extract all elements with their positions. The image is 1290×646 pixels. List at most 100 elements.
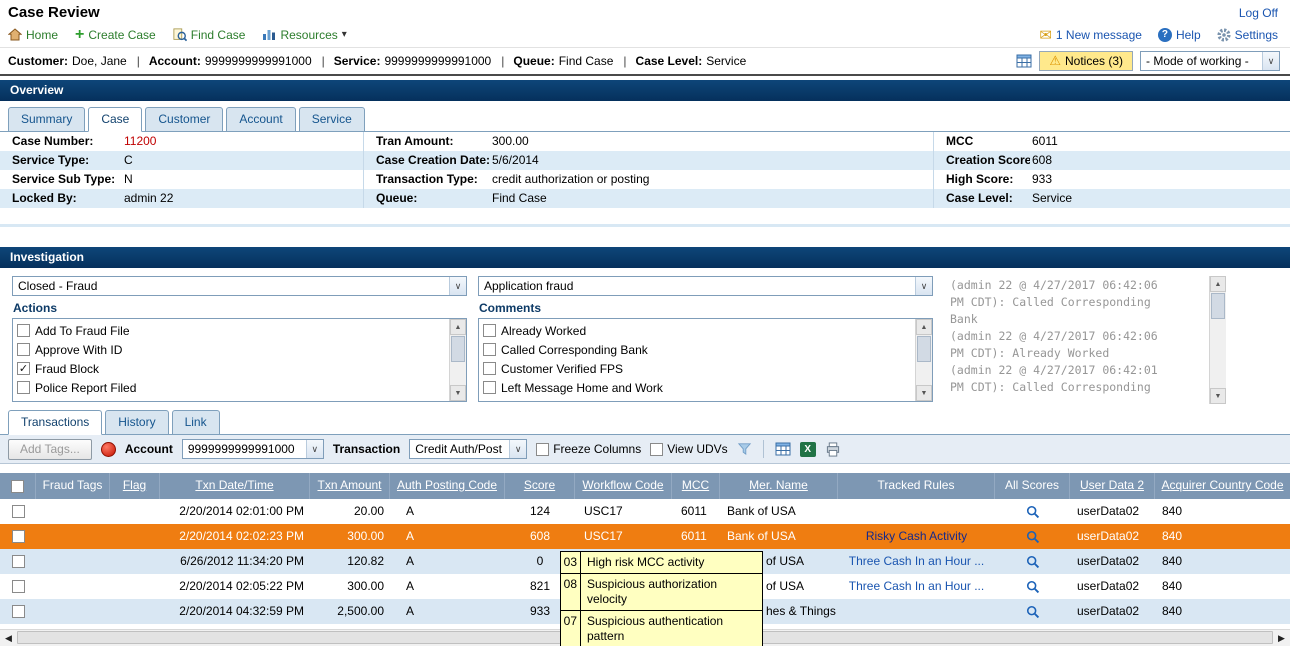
filter-icon[interactable]: [737, 442, 752, 456]
comment-item[interactable]: Left Message Home and Work: [483, 378, 912, 397]
scroll-thumb[interactable]: [451, 336, 465, 362]
row-checkbox[interactable]: [12, 505, 25, 518]
cell-acquirer-country-code: 840: [1155, 574, 1290, 599]
nav-resources[interactable]: Resources: [262, 28, 346, 42]
grid-view-icon[interactable]: [775, 442, 791, 456]
chevron-down-icon: [1262, 52, 1279, 70]
action-checkbox[interactable]: [17, 343, 30, 356]
all-scores-magnifier-icon[interactable]: [1026, 530, 1040, 544]
view-udvs-checkbox[interactable]: [650, 443, 663, 456]
tracked-rule-link[interactable]: Three Cash In an Hour ...: [849, 579, 984, 593]
overview-tab[interactable]: Customer: [145, 107, 223, 132]
nav-new-message[interactable]: 1 New message: [1039, 26, 1142, 44]
row-checkbox[interactable]: [12, 555, 25, 568]
comment-checkbox[interactable]: [483, 343, 496, 356]
actions-scrollbar[interactable]: [449, 319, 466, 401]
column-header[interactable]: Txn Amount: [310, 473, 390, 499]
overview-tab[interactable]: Service: [299, 107, 365, 132]
scroll-thumb[interactable]: [1211, 293, 1225, 319]
print-icon[interactable]: [825, 442, 841, 457]
freeze-columns-option[interactable]: Freeze Columns: [536, 442, 641, 456]
scroll-up-arrow[interactable]: [450, 319, 466, 335]
comment-checkbox[interactable]: [483, 381, 496, 394]
detail-label: Service Sub Type:: [0, 170, 122, 189]
nav-home[interactable]: Home: [8, 28, 58, 42]
row-checkbox[interactable]: [12, 605, 25, 618]
column-header[interactable]: Auth Posting Code: [390, 473, 505, 499]
comments-scrollbar[interactable]: [915, 319, 932, 401]
comment-label: Customer Verified FPS: [501, 362, 623, 376]
column-header[interactable]: MCC: [672, 473, 720, 499]
scroll-right-arrow[interactable]: [1273, 630, 1290, 646]
add-tags-button[interactable]: Add Tags...: [8, 439, 92, 460]
nav-find-case[interactable]: Find Case: [173, 28, 246, 42]
column-header[interactable]: User Data 2: [1070, 473, 1155, 499]
mode-of-working-select[interactable]: - Mode of working -: [1140, 51, 1280, 71]
all-scores-magnifier-icon[interactable]: [1026, 580, 1040, 594]
scroll-down-arrow[interactable]: [450, 385, 466, 401]
column-header[interactable]: Score: [505, 473, 575, 499]
case-status-select[interactable]: Closed - Fraud: [12, 276, 467, 296]
column-header[interactable]: Mer. Name: [720, 473, 838, 499]
comment-checkbox[interactable]: [483, 362, 496, 375]
scroll-up-arrow[interactable]: [916, 319, 932, 335]
comment-item[interactable]: Already Worked: [483, 321, 912, 340]
all-scores-magnifier-icon[interactable]: [1026, 605, 1040, 619]
nav-settings[interactable]: Settings: [1217, 28, 1278, 42]
row-checkbox[interactable]: [12, 580, 25, 593]
comment-checkbox[interactable]: [483, 324, 496, 337]
column-header[interactable]: All Scores: [995, 473, 1070, 499]
tracked-rule-link[interactable]: Risky Cash Activity: [866, 529, 967, 543]
account-select[interactable]: 9999999999991000: [182, 439, 324, 459]
transactions-tab[interactable]: Link: [172, 410, 220, 435]
overview-tab[interactable]: Case: [88, 107, 142, 132]
scroll-left-arrow[interactable]: [0, 630, 17, 646]
column-header[interactable]: Flag: [110, 473, 160, 499]
transactions-tab-label: History: [118, 415, 155, 429]
transaction-row[interactable]: 2/20/2014 02:02:23 PM 300.00 A 608 USC17…: [0, 524, 1290, 549]
excel-export-icon[interactable]: [800, 442, 816, 457]
row-checkbox[interactable]: [12, 530, 25, 543]
column-header[interactable]: Tracked Rules: [838, 473, 995, 499]
action-checkbox[interactable]: [17, 324, 30, 337]
table-header-row: Fraud Tags Flag Txn Date/Time Txn Amount…: [0, 473, 1290, 499]
log-scrollbar[interactable]: [1209, 276, 1226, 404]
tracked-rules-tooltip: 03 High risk MCC activity 08 Suspicious …: [560, 551, 763, 646]
scroll-down-arrow[interactable]: [916, 385, 932, 401]
scroll-up-arrow[interactable]: [1210, 276, 1226, 292]
overview-tab[interactable]: Summary: [8, 107, 85, 132]
comment-item[interactable]: Customer Verified FPS: [483, 359, 912, 378]
column-header[interactable]: Workflow Code: [575, 473, 672, 499]
table-view-icon[interactable]: [1016, 54, 1032, 68]
notices-button[interactable]: Notices (3): [1039, 51, 1133, 71]
scroll-down-arrow[interactable]: [1210, 388, 1226, 404]
view-udvs-option[interactable]: View UDVs: [650, 442, 727, 456]
nav-create-case[interactable]: + Create Case: [75, 28, 156, 42]
remove-tag-icon[interactable]: [101, 442, 116, 457]
all-scores-magnifier-icon[interactable]: [1026, 505, 1040, 519]
nav-help[interactable]: Help: [1158, 28, 1201, 42]
action-item[interactable]: Fraud Block: [17, 359, 446, 378]
overview-tab[interactable]: Account: [226, 107, 295, 132]
transaction-row[interactable]: 2/20/2014 02:01:00 PM 20.00 A 124 USC17 …: [0, 499, 1290, 524]
all-scores-magnifier-icon[interactable]: [1026, 555, 1040, 569]
log-off-link[interactable]: Log Off: [1239, 6, 1278, 20]
column-header[interactable]: Txn Date/Time: [160, 473, 310, 499]
action-item[interactable]: Approve With ID: [17, 340, 446, 359]
comment-item[interactable]: Called Corresponding Bank: [483, 340, 912, 359]
action-checkbox[interactable]: [17, 362, 30, 375]
scroll-thumb[interactable]: [917, 336, 931, 362]
action-checkbox[interactable]: [17, 381, 30, 394]
fraud-type-select[interactable]: Application fraud: [478, 276, 933, 296]
nav-home-label: Home: [26, 28, 58, 42]
select-all-checkbox[interactable]: [11, 480, 24, 493]
tracked-rule-link[interactable]: Three Cash In an Hour ...: [849, 554, 984, 568]
transactions-tab[interactable]: Transactions: [8, 410, 102, 435]
action-item[interactable]: Add To Fraud File: [17, 321, 446, 340]
transaction-select[interactable]: Credit Auth/Post: [409, 439, 527, 459]
transactions-tab[interactable]: History: [105, 410, 168, 435]
column-header[interactable]: Acquirer Country Code: [1155, 473, 1290, 499]
action-item[interactable]: Police Report Filed: [17, 378, 446, 397]
freeze-columns-checkbox[interactable]: [536, 443, 549, 456]
column-header[interactable]: Fraud Tags: [36, 473, 110, 499]
